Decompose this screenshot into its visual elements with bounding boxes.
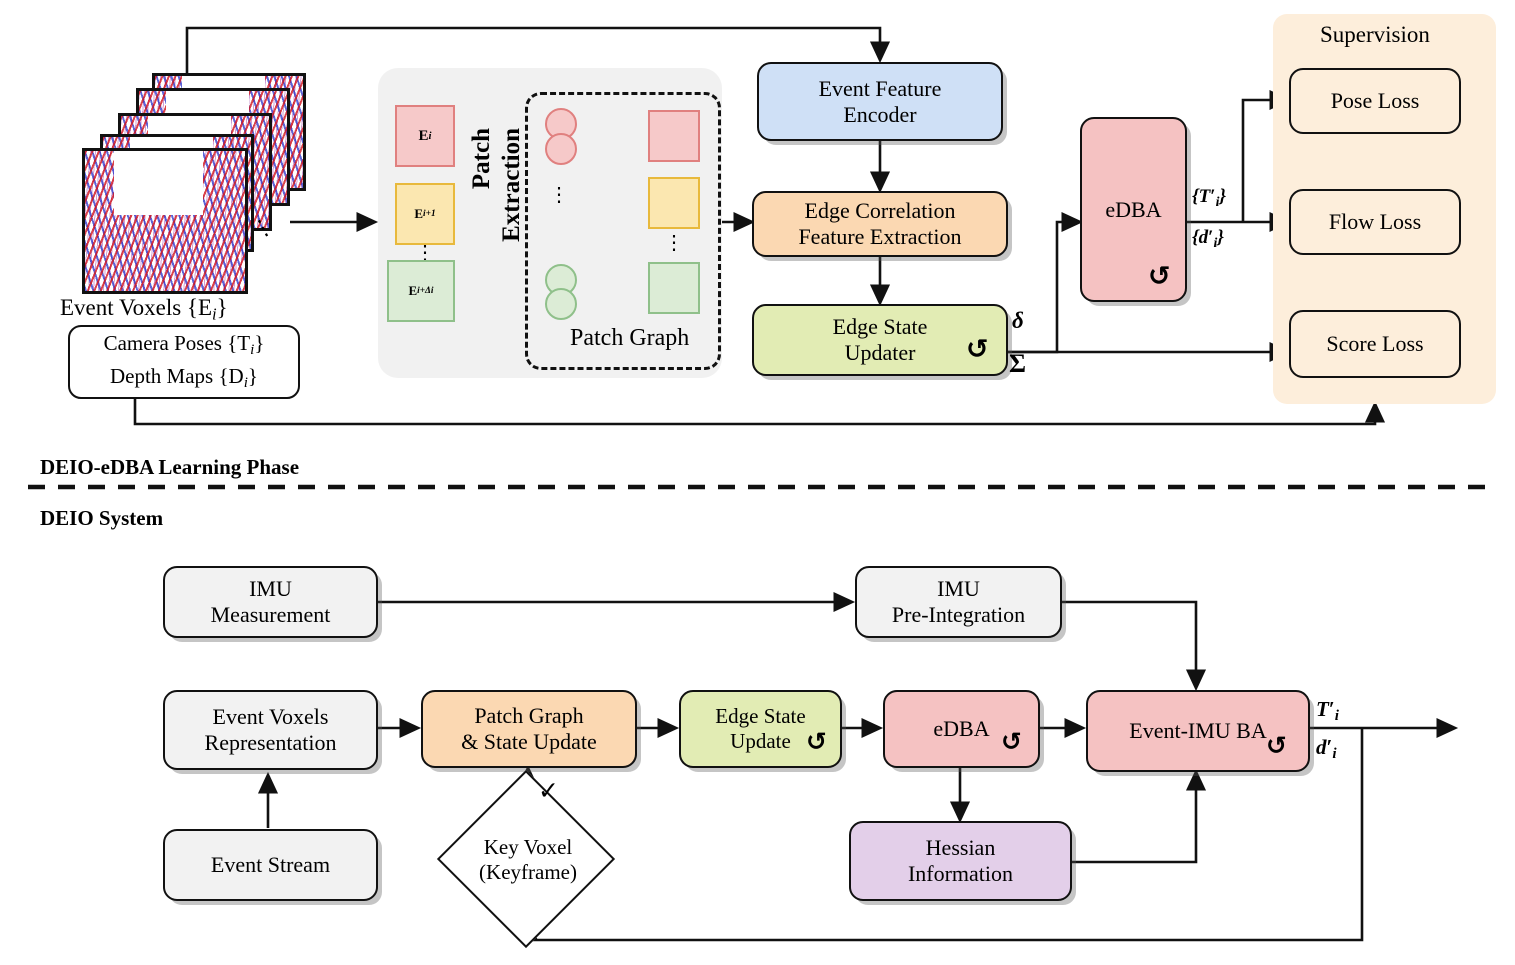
event-stream-label: Event Stream <box>210 852 331 878</box>
key-voxel-decision-text: Key Voxel (Keyframe) <box>443 820 613 900</box>
event-stream-block[interactable]: Event Stream <box>163 829 378 901</box>
patch-input-Ei: Ei <box>395 105 455 167</box>
delta-label: δ <box>1012 308 1024 333</box>
inputs-box: Camera Poses {Ti} Depth Maps {Di} <box>68 325 300 399</box>
patch-extraction-label: Patch <box>468 128 496 189</box>
hessian-information-block[interactable]: Hessian Information <box>849 821 1072 901</box>
edba-output-pose-label: {T′i} <box>1192 186 1227 209</box>
event-imu-ba-label: Event-IMU BA <box>1129 718 1267 744</box>
key-voxel-l1: Key Voxel <box>483 834 573 859</box>
event-voxels-caption-text: Event Voxels {E <box>60 295 213 320</box>
patch-graph-label: Patch Graph <box>570 325 690 351</box>
event-voxels-representation-block[interactable]: Event Voxels Representation <box>163 690 378 770</box>
patch-graph-state-update-block[interactable]: Patch Graph & State Update <box>421 690 637 768</box>
edge-correlation-block[interactable]: Edge Correlation Feature Extraction <box>752 191 1008 257</box>
hessian-l1: Hessian <box>925 835 996 861</box>
patch-node-red-2 <box>545 133 577 165</box>
patch-graph-su-l2: & State Update <box>461 729 597 754</box>
edge-state-updater-l1: Edge State <box>832 314 928 340</box>
patch-graph-su-l1: Patch Graph <box>474 703 584 729</box>
loop-icon-event-imu-ba: ↺ <box>1266 731 1287 760</box>
event-voxels-rep-l2: Representation <box>204 730 337 755</box>
loop-icon-edba-system: ↺ <box>1001 727 1022 756</box>
event-voxel-frame-1 <box>82 148 248 294</box>
score-loss-block[interactable]: Score Loss <box>1289 310 1461 378</box>
event-feature-encoder-l2: Encoder <box>843 101 917 127</box>
score-loss-label: Score Loss <box>1326 331 1424 357</box>
section-deio-system: DEIO System <box>40 506 164 530</box>
event-feature-encoder-l1: Event Feature <box>818 75 942 101</box>
event-voxels-caption-end: } <box>216 295 228 320</box>
edba-system-label: eDBA <box>933 716 990 742</box>
event-feature-encoder-block[interactable]: Event Feature Encoder <box>757 62 1003 141</box>
pose-loss-block[interactable]: Pose Loss <box>1289 68 1461 134</box>
imu-measurement-l2: Measurement <box>210 602 331 627</box>
pose-loss-label: Pose Loss <box>1330 88 1420 114</box>
event-voxels-rep-l1: Event Voxels <box>212 704 329 730</box>
patch-node-green-2 <box>545 288 577 320</box>
loop-icon-edge-state-updater: ↺ <box>966 334 989 365</box>
patch-output-red <box>648 110 700 162</box>
system-output-pose-label: T′i <box>1316 697 1339 725</box>
imu-preintegration-l2: Pre-Integration <box>891 602 1026 627</box>
patch-extraction-l2: Extraction <box>498 128 525 242</box>
edge-state-update-l2: Update <box>730 729 791 753</box>
patch-output-green <box>648 262 700 314</box>
edba-output-depth-label: {d′i} <box>1192 227 1224 250</box>
patch-input-EiDi: Ei+Δi <box>387 260 455 322</box>
camera-poses-line: Camera Poses {Ti} <box>103 331 265 359</box>
patch-output-yellow <box>648 177 700 229</box>
key-voxel-l2: (Keyframe) <box>479 860 577 884</box>
patch-extraction-l1: Patch <box>468 128 495 190</box>
loop-icon-edba: ↺ <box>1148 261 1171 292</box>
patch-extraction-label2: Extraction <box>498 128 526 242</box>
patch-input-ellipsis: ⋮ <box>415 242 435 264</box>
imu-preintegration-l1: IMU <box>937 576 980 602</box>
edge-state-updater-l2: Updater <box>844 340 916 365</box>
edba-block[interactable]: eDBA <box>1080 117 1187 302</box>
supervision-title: Supervision <box>1320 22 1430 47</box>
flow-loss-label: Flow Loss <box>1328 209 1422 235</box>
system-output-depth-label: d′i <box>1316 735 1337 763</box>
edge-correlation-l1: Edge Correlation <box>804 198 956 224</box>
patch-node-ellipsis: ⋮ <box>549 184 569 206</box>
hessian-l2: Information <box>907 861 1014 886</box>
edba-label: eDBA <box>1105 196 1162 222</box>
section-learning-phase: DEIO-eDBA Learning Phase <box>40 455 300 479</box>
patch-input-Ei1: Ei+1 <box>395 183 455 245</box>
imu-measurement-l1: IMU <box>249 576 292 602</box>
checkmark-icon: ✓ <box>538 776 559 805</box>
patch-output-ellipsis: ⋮ <box>664 232 684 254</box>
edge-correlation-l2: Feature Extraction <box>798 224 962 249</box>
imu-measurement-block[interactable]: IMU Measurement <box>163 566 378 638</box>
imu-preintegration-block[interactable]: IMU Pre-Integration <box>855 566 1062 638</box>
event-voxels-caption: Event Voxels {Ei} <box>60 295 228 325</box>
sigma-label: Σ <box>1009 349 1026 378</box>
edge-state-update-l1: Edge State <box>715 704 806 729</box>
flow-loss-block[interactable]: Flow Loss <box>1289 189 1461 255</box>
depth-maps-line: Depth Maps {Di} <box>109 363 259 391</box>
loop-icon-edge-state-update: ↺ <box>806 727 827 756</box>
